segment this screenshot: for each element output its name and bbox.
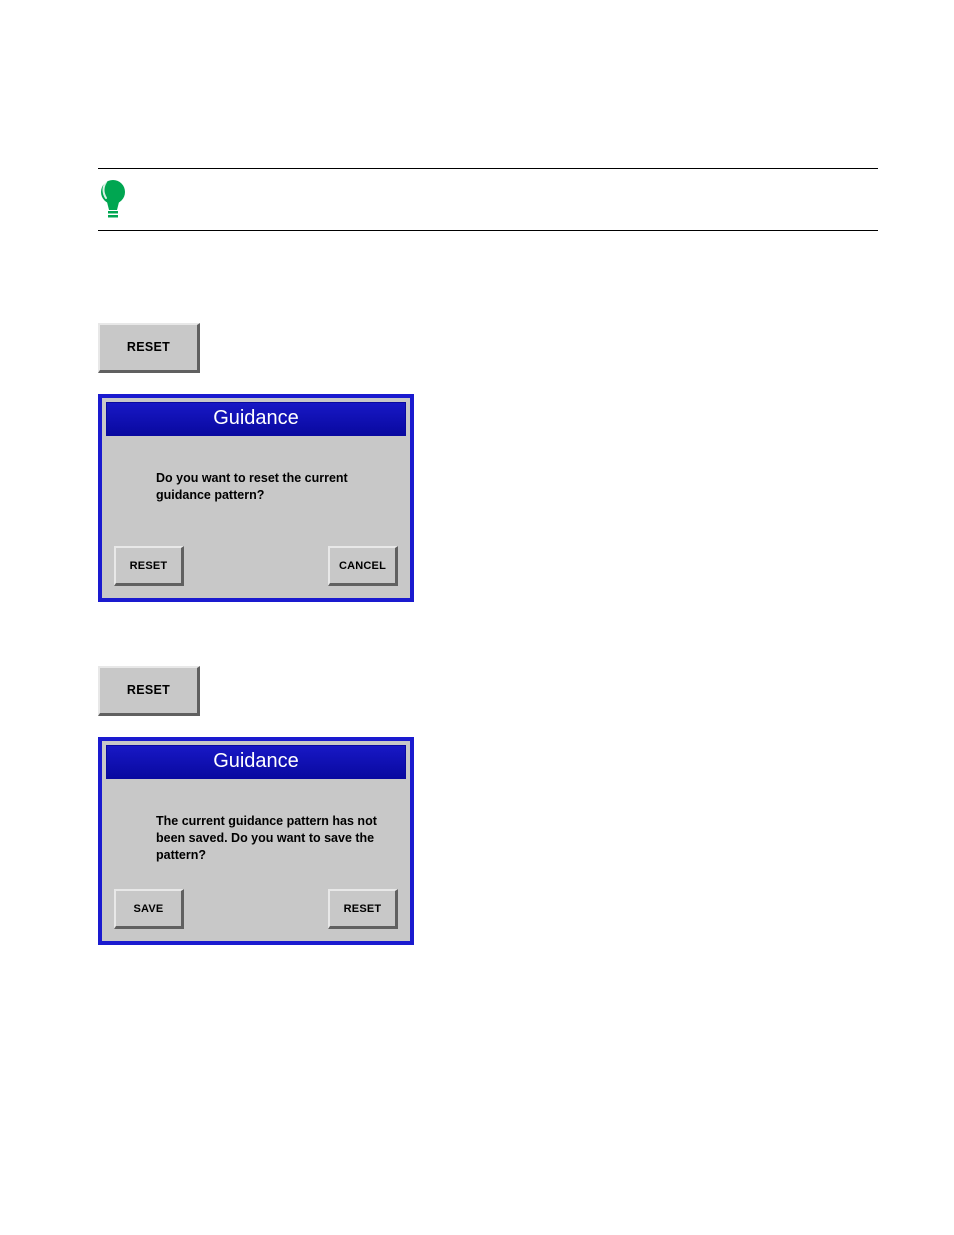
reset-button[interactable]: RESET	[328, 889, 398, 929]
dialog-button-row: SAVE RESET	[106, 883, 406, 937]
save-button[interactable]: SAVE	[114, 889, 184, 929]
dialog-message: Do you want to reset the current guidanc…	[106, 436, 406, 540]
horizontal-rule-top	[98, 168, 878, 169]
dialog-title: Guidance	[106, 745, 406, 779]
lightbulb-icon	[98, 178, 128, 222]
dialog-button-row: RESET CANCEL	[106, 540, 406, 594]
dialog-message: The current guidance pattern has not bee…	[106, 779, 406, 883]
dialog-title: Guidance	[106, 402, 406, 436]
cancel-button[interactable]: CANCEL	[328, 546, 398, 586]
reset-button[interactable]: RESET	[98, 323, 200, 373]
horizontal-rule-bottom	[98, 230, 878, 231]
guidance-dialog-save-prompt: Guidance The current guidance pattern ha…	[98, 737, 414, 945]
guidance-dialog-reset-confirm: Guidance Do you want to reset the curren…	[98, 394, 414, 602]
reset-button[interactable]: RESET	[98, 666, 200, 716]
reset-button[interactable]: RESET	[114, 546, 184, 586]
document-page: RESET Guidance Do you want to reset the …	[0, 0, 954, 1235]
